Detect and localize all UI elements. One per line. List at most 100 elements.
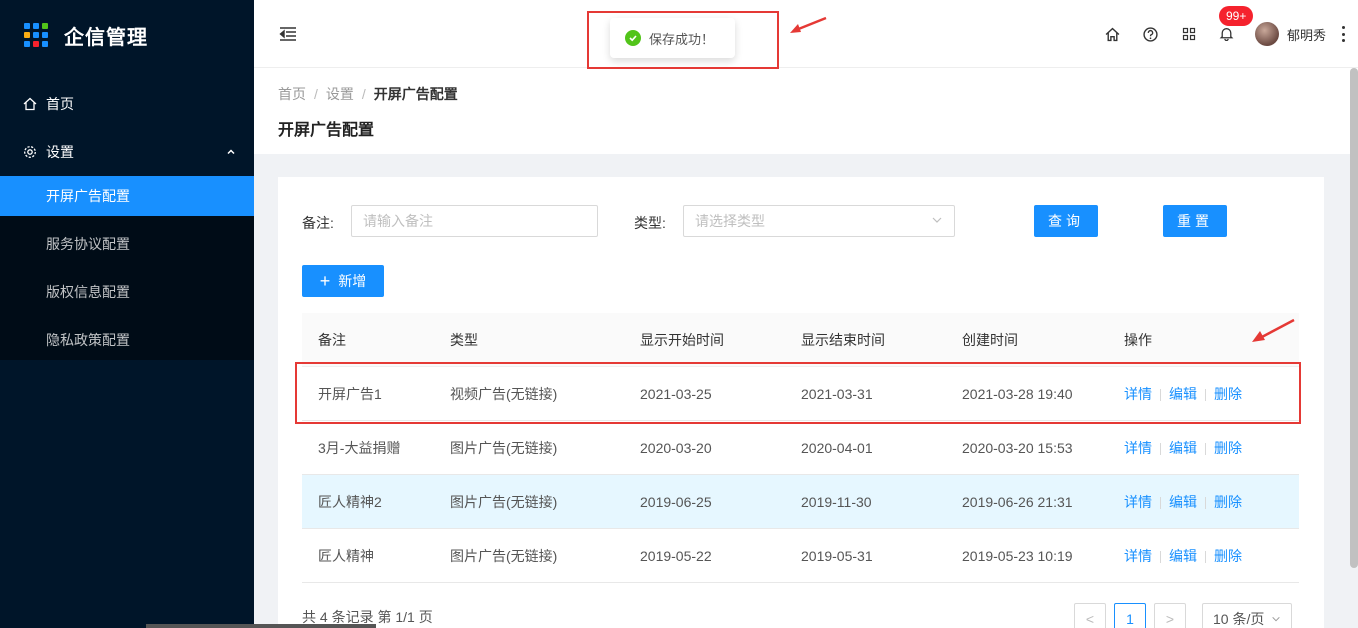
breadcrumb-settings[interactable]: 设置 [326,86,354,102]
cell-created: 2019-05-23 10:19 [962,547,1073,564]
sidebar-item-copyright[interactable]: 版权信息配置 [0,272,254,312]
cell-actions: 详情 编辑 删除 [1108,546,1299,566]
cell-remark: 3月-大益捐赠 [318,439,401,456]
page-1-button[interactable]: 1 [1114,603,1146,628]
page-header: 首页 / 设置 / 开屏广告配置 开屏广告配置 [254,68,1358,154]
gear-icon [22,144,38,160]
delete-link[interactable]: 删除 [1214,386,1242,402]
cell-created: 2020-03-20 15:53 [962,439,1073,456]
edit-link[interactable]: 编辑 [1169,548,1197,564]
remark-input[interactable] [351,205,598,237]
annotation-arrow-icon [1252,318,1295,342]
sidebar: 企信管理 首页 设置 开屏广告配置 服务协议配置 版权信息配置 隐私政策配置 [0,0,254,628]
content-card: 备注: 类型: 请选择类型 查询 重置 + 新增 备注 类型 显示开始时间 显示结… [278,177,1324,628]
success-toast: 保存成功！ [610,18,735,58]
add-button-label: 新增 [338,273,367,289]
prev-page-button[interactable]: < [1074,603,1106,628]
sidebar-item-settings-label: 设置 [46,144,74,160]
reset-button[interactable]: 重置 [1163,205,1227,237]
horizontal-scrollbar[interactable] [146,624,376,628]
edit-link[interactable]: 编辑 [1169,386,1197,402]
cell-type: 图片广告(无链接) [450,547,558,564]
cell-end: 2019-11-30 [801,493,872,510]
cell-created: 2021-03-28 19:40 [962,385,1073,402]
cell-type: 图片广告(无链接) [450,439,558,456]
delete-link[interactable]: 删除 [1214,494,1242,510]
page-scrollbar[interactable] [1350,68,1358,568]
sidebar-item-splash-ad[interactable]: 开屏广告配置 [0,176,254,216]
home-icon [22,96,38,112]
remark-label: 备注: [302,215,334,231]
plus-icon: + [319,271,331,291]
sidebar-item-home[interactable]: 首页 [0,80,254,128]
edit-link[interactable]: 编辑 [1169,440,1197,456]
sidebar-item-privacy[interactable]: 隐私政策配置 [0,320,254,360]
toast-message: 保存成功！ [649,31,715,47]
query-button[interactable]: 查询 [1034,205,1098,237]
cell-remark: 开屏广告1 [318,385,382,402]
notification-badge: 99+ [1218,6,1254,26]
apps-grid-icon[interactable] [1181,26,1197,42]
chevron-down-icon [931,213,943,229]
notification-bell[interactable]: 99+ [1218,6,1254,42]
menu-fold-icon[interactable] [278,24,298,44]
sidebar-item-service-agreement[interactable]: 服务协议配置 [0,224,254,264]
cell-actions: 详情 编辑 删除 [1108,384,1299,404]
page-size-select[interactable]: 10 条/页 [1202,603,1292,628]
breadcrumb: 首页 / 设置 / 开屏广告配置 [278,86,458,102]
home-icon[interactable] [1105,26,1121,42]
more-vertical-icon[interactable] [1340,26,1346,42]
type-label: 类型: [634,215,666,231]
col-type: 类型 [450,331,478,348]
cell-created: 2019-06-26 21:31 [962,493,1073,510]
detail-link[interactable]: 详情 [1124,440,1152,456]
breadcrumb-current: 开屏广告配置 [373,86,458,102]
delete-link[interactable]: 删除 [1214,548,1242,564]
check-circle-icon [625,30,641,46]
table-row: 匠人精神2 图片广告(无链接) 2019-06-25 2019-11-30 20… [302,475,1299,529]
chevron-down-icon [1271,611,1281,627]
type-select-placeholder: 请选择类型 [695,213,765,229]
next-page-button[interactable]: > [1154,603,1186,628]
cell-start: 2020-03-20 [640,439,712,456]
delete-link[interactable]: 删除 [1214,440,1242,456]
chevron-up-icon [226,144,236,160]
detail-link[interactable]: 详情 [1124,386,1152,402]
cell-start: 2021-03-25 [640,385,712,402]
sidebar-item-home-label: 首页 [46,96,74,112]
logo[interactable]: 企信管理 [0,0,254,70]
cell-end: 2021-03-31 [801,385,873,402]
ad-table: 备注 类型 显示开始时间 显示结束时间 创建时间 操作 开屏广告1 视频广告(无… [302,313,1299,583]
annotation-arrow-icon [790,16,827,33]
type-select[interactable]: 请选择类型 [683,205,955,237]
page-title: 开屏广告配置 [278,122,375,139]
col-created: 创建时间 [962,331,1018,348]
edit-link[interactable]: 编辑 [1169,494,1197,510]
username[interactable]: 郁明秀 [1287,25,1326,44]
cell-start: 2019-05-22 [640,547,712,564]
question-icon[interactable] [1143,26,1159,42]
header-actions: 99+ 郁明秀 [1083,0,1346,68]
cell-start: 2019-06-25 [640,493,712,510]
detail-link[interactable]: 详情 [1124,494,1152,510]
detail-link[interactable]: 详情 [1124,548,1152,564]
cell-type: 视频广告(无链接) [450,385,558,402]
page-size-value: 10 条/页 [1213,611,1265,627]
app-title: 企信管理 [64,26,148,49]
sidebar-item-settings[interactable]: 设置 [0,128,254,176]
table-header: 备注 类型 显示开始时间 显示结束时间 创建时间 操作 [302,313,1299,367]
cell-actions: 详情 编辑 删除 [1108,492,1299,512]
avatar[interactable] [1254,22,1279,46]
cell-end: 2019-05-31 [801,547,873,564]
col-remark: 备注 [318,331,346,348]
bell-icon [1219,28,1234,42]
grid-logo-icon [24,23,48,47]
cell-type: 图片广告(无链接) [450,493,558,510]
table-row: 开屏广告1 视频广告(无链接) 2021-03-25 2021-03-31 20… [302,367,1299,421]
settings-submenu: 开屏广告配置 服务协议配置 版权信息配置 隐私政策配置 [0,176,254,360]
col-end: 显示结束时间 [801,331,885,348]
cell-end: 2020-04-01 [801,439,873,456]
table-row: 3月-大益捐赠 图片广告(无链接) 2020-03-20 2020-04-01 … [302,421,1299,475]
add-button[interactable]: + 新增 [302,265,384,297]
breadcrumb-home[interactable]: 首页 [278,86,306,102]
